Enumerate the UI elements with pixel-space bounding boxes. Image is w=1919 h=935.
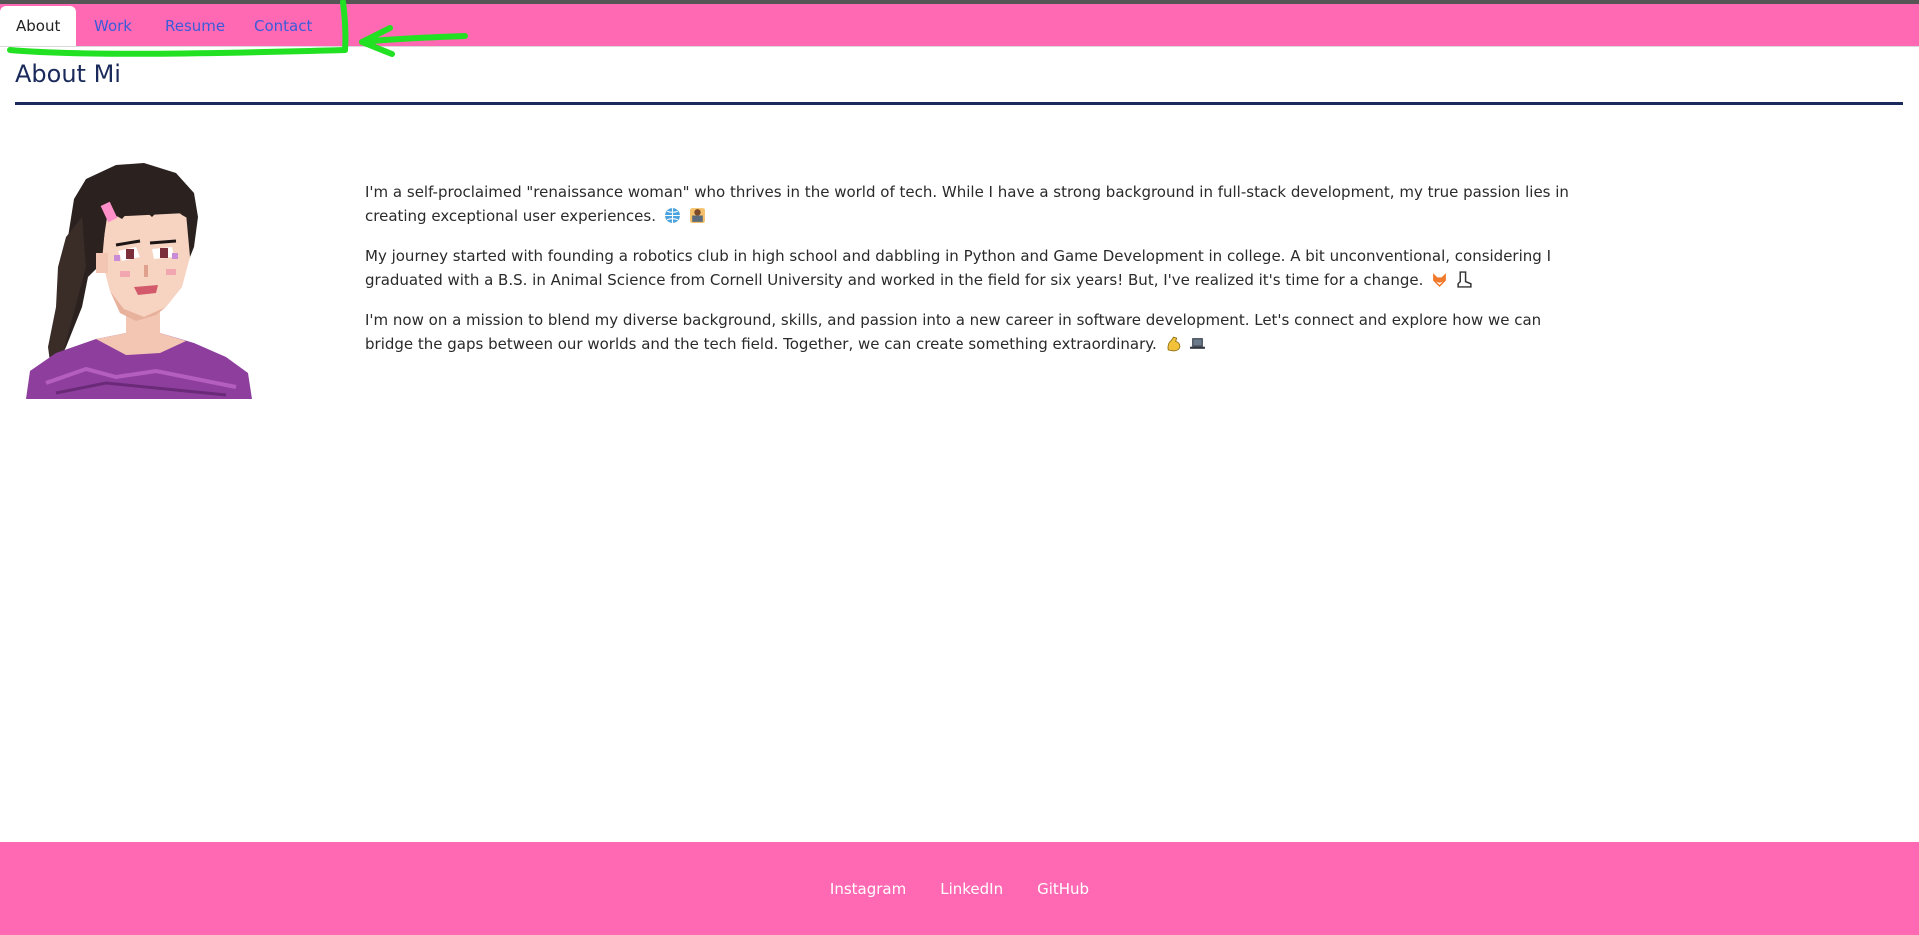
flexed-biceps-icon	[1167, 336, 1180, 352]
title-divider	[15, 102, 1903, 105]
github-link[interactable]: GitHub	[1037, 880, 1089, 898]
footer-links: Instagram LinkedIn GitHub	[0, 842, 1919, 935]
page-title: About Mi	[15, 60, 121, 88]
bio-paragraph-1: I'm a self-proclaimed "renaissance woman…	[365, 183, 1569, 225]
bio-paragraph-2: My journey started with founding a robot…	[365, 247, 1551, 289]
tab-contact[interactable]: Contact	[238, 6, 328, 46]
about-bio: I'm a self-proclaimed "renaissance woman…	[365, 180, 1585, 372]
site-footer: Instagram LinkedIn GitHub	[0, 842, 1919, 935]
globe-icon	[664, 208, 680, 223]
computer-user-icon	[689, 208, 705, 223]
tab-about[interactable]: About	[0, 6, 77, 46]
boot-icon	[1457, 271, 1472, 288]
bio-paragraph-3: I'm now on a mission to blend my diverse…	[365, 311, 1542, 353]
tab-resume[interactable]: Resume	[149, 6, 241, 46]
instagram-link[interactable]: Instagram	[830, 880, 906, 898]
linkedin-link[interactable]: LinkedIn	[940, 880, 1003, 898]
tab-work[interactable]: Work	[78, 6, 148, 46]
fox-icon	[1433, 273, 1447, 287]
laptop-icon	[1190, 338, 1206, 349]
pixel-avatar-image	[26, 163, 252, 399]
top-nav: About Work Resume Contact	[0, 4, 1919, 47]
portfolio-page: About Work Resume Contact About Mi I'm a…	[0, 0, 1919, 935]
